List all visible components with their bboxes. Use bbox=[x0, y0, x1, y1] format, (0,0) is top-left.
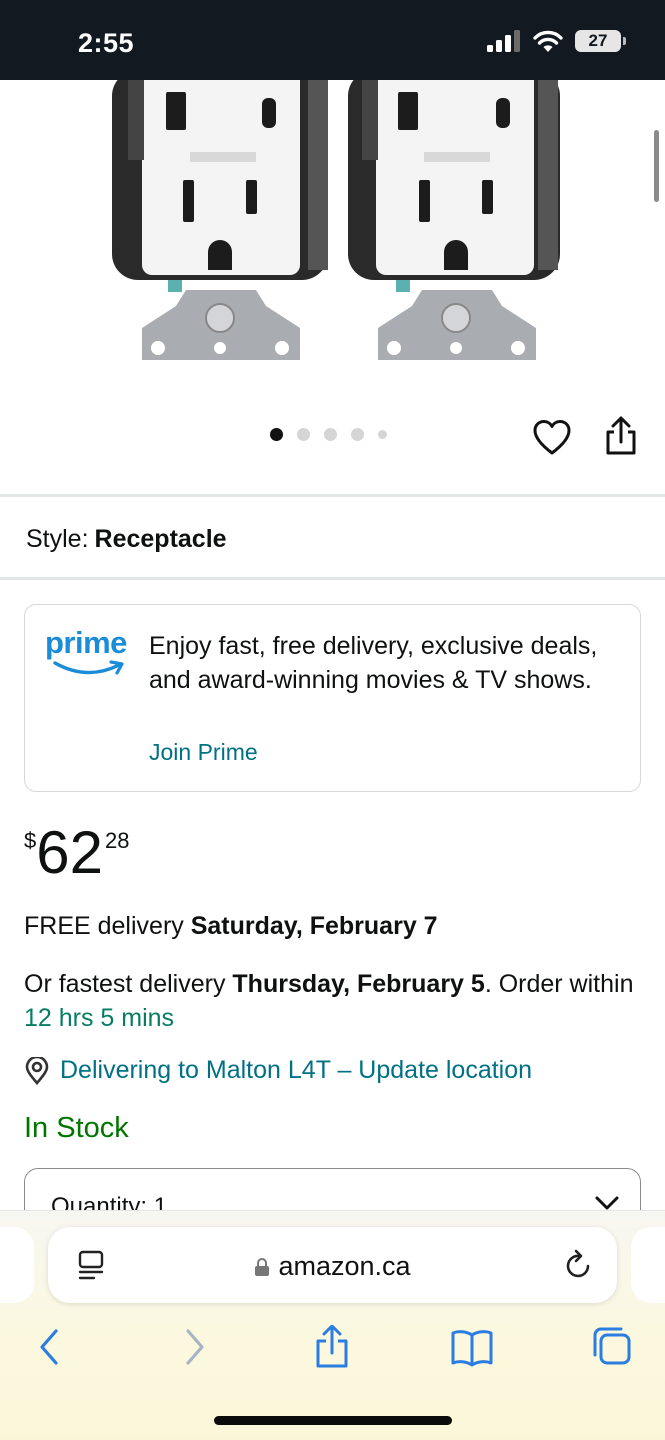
reload-icon[interactable] bbox=[563, 1249, 593, 1281]
divider bbox=[0, 577, 665, 580]
next-tab-preview[interactable] bbox=[631, 1227, 665, 1303]
free-delivery-date: Saturday, February 7 bbox=[190, 912, 438, 940]
product-photo-outlets bbox=[112, 80, 560, 360]
fastest-delivery-message: Or fastest delivery Thursday, February 5… bbox=[24, 967, 644, 1035]
carousel-dot[interactable] bbox=[351, 428, 364, 441]
browser-toolbar: amazon.ca bbox=[0, 1210, 665, 1440]
style-selector[interactable]: Style: Receptacle bbox=[26, 525, 227, 554]
product-image[interactable] bbox=[0, 80, 665, 380]
forward-arrow-icon[interactable] bbox=[170, 1325, 218, 1369]
prime-promo-card: prime Enjoy fast, free delivery, exclusi… bbox=[24, 604, 641, 792]
price-fraction: 28 bbox=[105, 828, 130, 853]
prime-smile-icon bbox=[53, 660, 124, 675]
tabs-icon[interactable] bbox=[588, 1325, 636, 1369]
location-pin-icon bbox=[25, 1056, 49, 1085]
price-currency: $ bbox=[24, 828, 37, 853]
carousel-dot[interactable] bbox=[297, 428, 310, 441]
order-within-text: . Order within bbox=[484, 970, 634, 998]
order-countdown: 12 hrs 5 mins bbox=[24, 1004, 175, 1032]
free-delivery-prefix: FREE delivery bbox=[24, 912, 184, 940]
back-arrow-icon[interactable] bbox=[26, 1325, 74, 1369]
status-time: 2:55 bbox=[78, 28, 135, 58]
status-bar: 2:55 27 bbox=[0, 0, 665, 80]
outlet-right bbox=[348, 80, 560, 360]
status-icons: 27 bbox=[487, 30, 626, 52]
share-icon[interactable] bbox=[308, 1325, 356, 1369]
price-whole: 62 bbox=[36, 819, 103, 886]
image-carousel-dots[interactable] bbox=[270, 428, 387, 441]
wifi-icon bbox=[533, 30, 563, 52]
prime-logo-text: prime bbox=[45, 625, 127, 660]
fastest-delivery-date: Thursday, February 5 bbox=[232, 970, 485, 998]
carousel-dot[interactable] bbox=[378, 430, 387, 439]
outlet-left bbox=[112, 80, 328, 360]
home-indicator[interactable] bbox=[214, 1416, 452, 1425]
free-delivery-message: FREE delivery Saturday, February 7 bbox=[24, 912, 438, 941]
carousel-dot[interactable] bbox=[270, 428, 283, 441]
prime-logo: prime bbox=[45, 627, 135, 687]
heart-icon bbox=[533, 420, 571, 455]
lock-icon bbox=[255, 1258, 270, 1276]
carousel-dot[interactable] bbox=[324, 428, 337, 441]
price: $ 62 28 bbox=[24, 818, 129, 888]
chevron-down-icon bbox=[595, 1196, 619, 1210]
url-text: amazon.ca bbox=[278, 1251, 411, 1281]
cellular-signal-icon bbox=[487, 30, 520, 52]
delivery-location-link[interactable]: Delivering to Malton L4T – Update locati… bbox=[24, 1056, 532, 1085]
previous-tab-preview[interactable] bbox=[0, 1227, 34, 1303]
prime-message: Enjoy fast, free delivery, exclusive dea… bbox=[149, 632, 598, 694]
share-button[interactable] bbox=[602, 416, 640, 456]
address-bar[interactable]: amazon.ca bbox=[48, 1227, 617, 1303]
battery-icon: 27 bbox=[575, 30, 626, 52]
join-prime-link[interactable]: Join Prime bbox=[149, 739, 258, 766]
url-display[interactable]: amazon.ca bbox=[48, 1251, 617, 1282]
style-value: Receptacle bbox=[94, 525, 227, 553]
fastest-delivery-prefix: Or fastest delivery bbox=[24, 970, 226, 998]
page-scrollbar[interactable] bbox=[654, 130, 659, 202]
bookmarks-icon[interactable] bbox=[448, 1325, 496, 1369]
style-label: Style: bbox=[26, 525, 89, 553]
wishlist-button[interactable] bbox=[532, 418, 572, 458]
share-icon bbox=[606, 416, 636, 455]
delivery-location-text[interactable]: Delivering to Malton L4T – Update locati… bbox=[60, 1056, 532, 1085]
stock-status: In Stock bbox=[24, 1112, 129, 1144]
divider bbox=[0, 494, 665, 497]
battery-level: 27 bbox=[588, 31, 608, 50]
